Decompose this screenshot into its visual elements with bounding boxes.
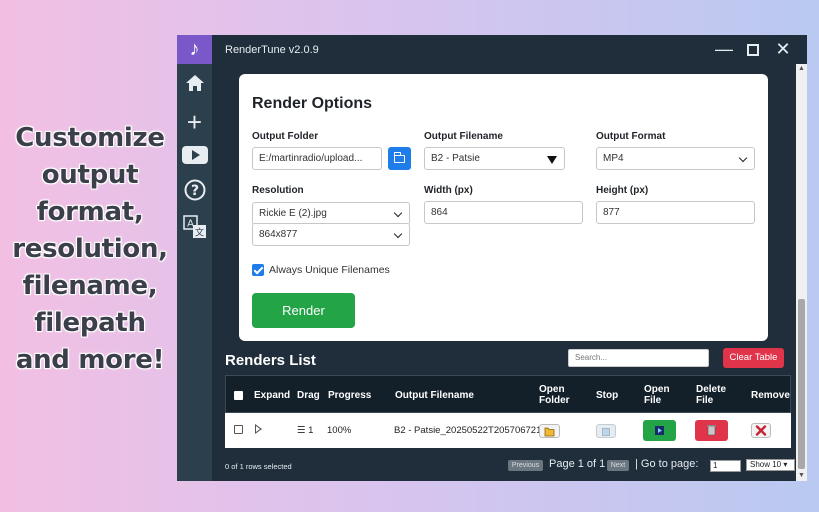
col-open-file-line: File	[644, 395, 662, 406]
translate-icon[interactable]: A文	[177, 215, 212, 245]
scroll-thumb[interactable]	[798, 299, 805, 469]
promo-line: filepath	[34, 308, 146, 338]
folder-icon	[544, 427, 555, 437]
video-icon[interactable]	[177, 143, 212, 173]
maximize-icon	[747, 44, 759, 57]
table-footer: 0 of 1 rows selected Previous Page 1 of …	[225, 448, 795, 481]
vertical-scrollbar[interactable]: ▲ ▼	[796, 64, 807, 481]
promo-line: format,	[36, 197, 144, 227]
window-title: RenderTune v2.0.9	[225, 44, 319, 56]
promo-line: Customize	[15, 123, 165, 153]
goto-page-label: | Go to page:	[635, 458, 699, 470]
render-options-title: Render Options	[252, 95, 373, 112]
stop-icon	[602, 428, 610, 436]
col-drag: Drag	[297, 390, 320, 401]
output-format-select[interactable]: MP4	[596, 147, 755, 170]
promo-text: Customize output format, resolution, fil…	[0, 120, 180, 379]
render-options-card: Render Options Output Folder E:/martinra…	[239, 74, 768, 341]
row-checkbox[interactable]	[234, 425, 243, 434]
col-progress: Progress	[328, 390, 372, 401]
maximize-button[interactable]	[738, 37, 768, 62]
promo-line: output	[41, 160, 139, 190]
output-folder-label: Output Folder	[252, 131, 319, 142]
width-label: Width (px)	[424, 185, 473, 196]
search-input[interactable]: Search...	[568, 349, 709, 367]
help-icon-svg: ?	[184, 179, 205, 201]
renders-list-title: Renders List	[225, 352, 316, 369]
promo-line: resolution,	[12, 234, 168, 264]
width-input[interactable]: 864	[424, 201, 583, 224]
render-button[interactable]: Render	[252, 293, 355, 328]
home-icon[interactable]	[177, 71, 212, 101]
output-filename-select[interactable]: B2 - Patsie	[424, 147, 565, 170]
scroll-down-icon[interactable]: ▼	[796, 471, 807, 481]
clear-table-button[interactable]: Clear Table	[723, 348, 784, 368]
col-open-folder-line: Open	[539, 384, 565, 395]
next-page-button[interactable]: Next	[607, 460, 629, 471]
expand-icon[interactable]	[255, 424, 262, 434]
folder-icon	[393, 152, 405, 163]
svg-text:文: 文	[194, 227, 203, 239]
app-window: ♪ RenderTune v2.0.9 — ✕ + ? A文 Render Op…	[177, 35, 807, 481]
height-label: Height (px)	[596, 185, 649, 196]
resolution-size-select[interactable]: 864x877	[252, 223, 410, 246]
help-icon[interactable]: ?	[177, 179, 212, 209]
browse-folder-button[interactable]	[388, 147, 411, 170]
col-output-filename: Output Filename	[395, 390, 474, 401]
drag-handle[interactable]: ☰ 1	[297, 425, 313, 436]
close-button[interactable]: ✕	[768, 37, 798, 62]
col-stop: Stop	[596, 390, 619, 401]
col-expand: Expand	[254, 390, 291, 401]
col-delete-file: Delete File	[696, 384, 726, 406]
table-row: ☰ 1 100% B2 - Patsie_20250522T205706721Z	[225, 413, 791, 448]
video-icon-svg	[181, 146, 208, 164]
col-remove: Remove	[751, 390, 790, 401]
trash-icon	[707, 425, 716, 436]
chevron-down-icon: ▾	[783, 460, 788, 469]
plus-icon[interactable]: +	[177, 107, 212, 137]
output-filename-cell: B2 - Patsie_20250522T205706721Z	[394, 425, 548, 436]
page-info: Page 1 of 1	[549, 458, 606, 470]
close-icon	[755, 425, 767, 436]
page-size-select[interactable]: Show 10 ▾	[746, 459, 795, 471]
main-content: Render Options Output Folder E:/martinra…	[212, 64, 796, 481]
output-folder-field[interactable]: E:/martinradio/upload...	[252, 147, 382, 170]
unique-filenames-checkbox[interactable]	[252, 264, 264, 276]
play-file-icon	[655, 426, 664, 435]
resolution-image-select[interactable]: Rickie E (2).jpg	[252, 202, 410, 225]
col-open-folder-line: Folder	[539, 395, 570, 406]
previous-page-button[interactable]: Previous	[508, 460, 543, 471]
resolution-label: Resolution	[252, 185, 304, 196]
delete-file-button[interactable]	[695, 420, 728, 441]
scroll-up-icon[interactable]: ▲	[796, 64, 807, 74]
translate-icon-svg: A文	[182, 215, 206, 239]
open-folder-button[interactable]	[539, 424, 560, 438]
home-icon-svg	[185, 75, 204, 91]
title-bar: ♪ RenderTune v2.0.9 — ✕	[177, 35, 807, 64]
output-format-label: Output Format	[596, 131, 666, 142]
promo-line: and more!	[15, 345, 165, 375]
col-open-file-line: Open	[644, 384, 670, 395]
svg-text:?: ?	[190, 183, 198, 199]
progress-cell: 100%	[327, 425, 352, 436]
minimize-button[interactable]: —	[709, 37, 739, 62]
col-open-folder: Open Folder	[539, 384, 570, 406]
stop-button[interactable]	[596, 424, 616, 438]
height-input[interactable]: 877	[596, 201, 755, 224]
unique-filenames-label: Always Unique Filenames	[269, 264, 390, 276]
remove-row-button[interactable]	[751, 423, 771, 438]
table-header: Expand Drag Progress Output Filename Ope…	[225, 375, 791, 413]
sidebar: + ? A文	[177, 64, 212, 481]
page-size-label: Show 10	[750, 460, 782, 469]
open-file-button[interactable]	[643, 420, 676, 441]
goto-page-input[interactable]: 1	[710, 460, 741, 472]
col-open-file: Open File	[644, 384, 670, 406]
selection-count: 0 of 1 rows selected	[225, 462, 292, 471]
select-all-checkbox[interactable]	[234, 391, 243, 400]
col-delete-file-line: Delete	[696, 384, 727, 395]
music-note-icon: ♪	[177, 35, 212, 64]
col-delete-file-line: File	[696, 395, 714, 406]
output-filename-label: Output Filename	[424, 131, 503, 142]
promo-line: filename,	[22, 271, 158, 301]
